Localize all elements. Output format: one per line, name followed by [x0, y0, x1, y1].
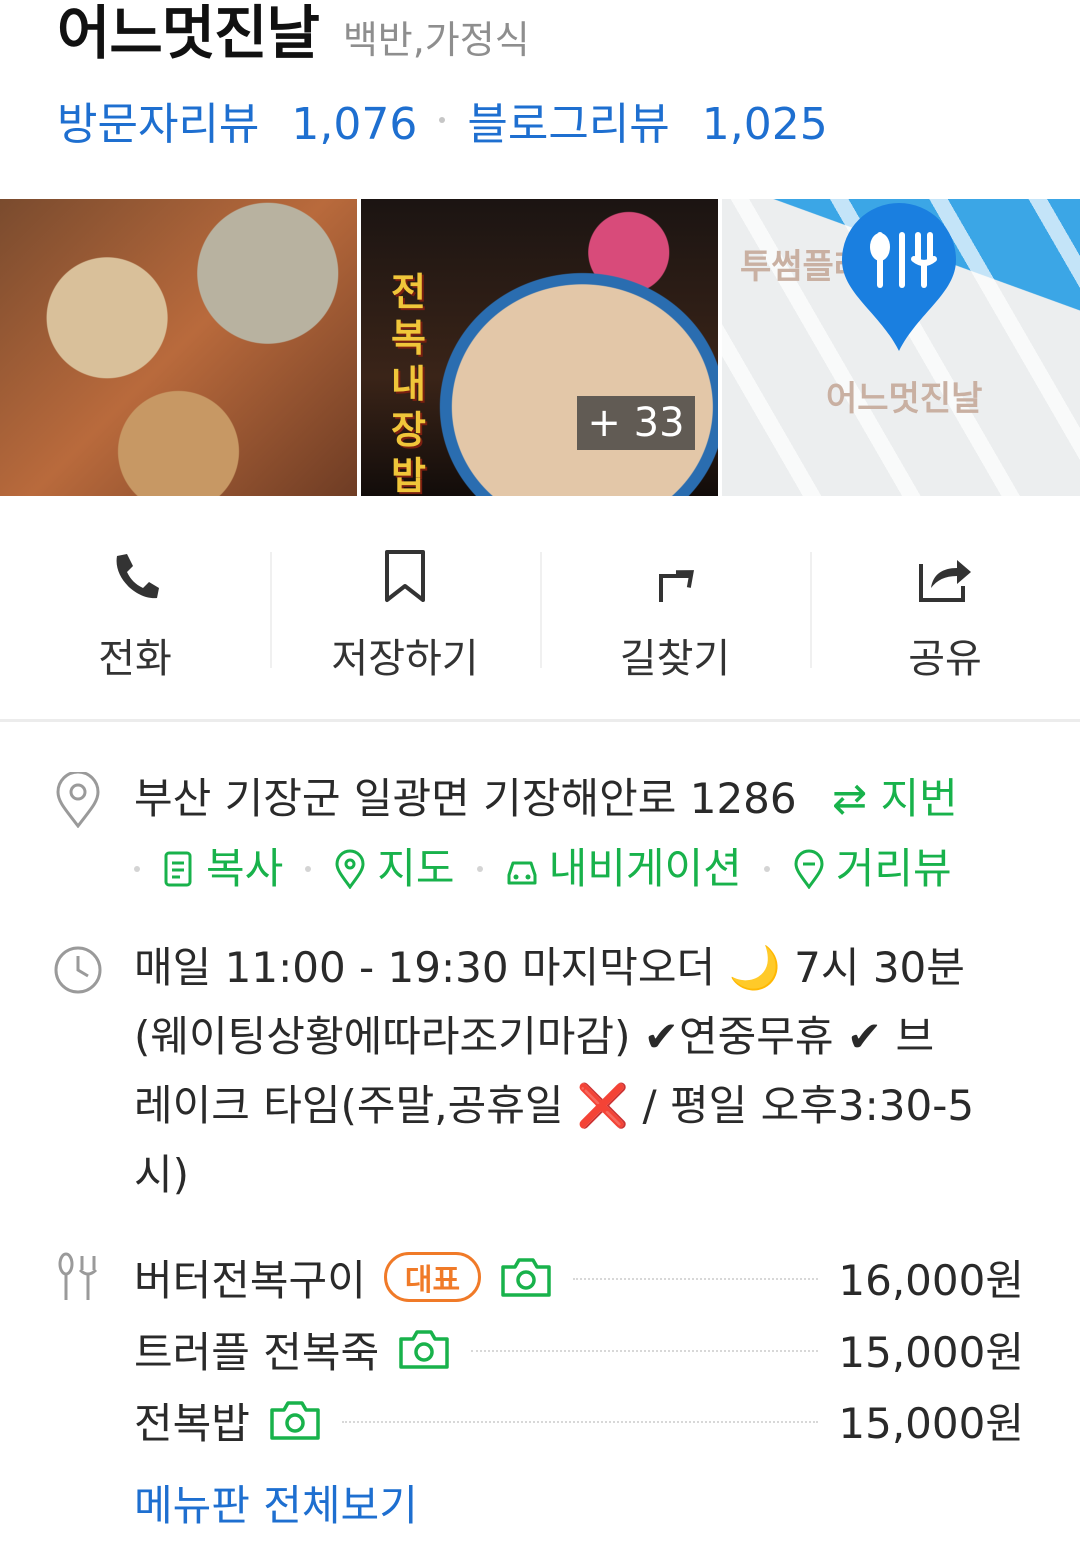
photo-thumbnail-2[interactable]: 전복내장밥 + 33 — [361, 199, 718, 496]
address-text: 부산 기장군 일광면 기장해안로 1286 — [134, 774, 797, 823]
map-place-label: 어느멋진날 — [826, 379, 983, 419]
photo-thumbnail-1[interactable] — [0, 199, 357, 496]
hours-line-1: 매일 11:00 - 19:30 마지막오더 🌙 7시 30분 — [134, 943, 965, 992]
map-pin-icon — [842, 203, 956, 351]
separator-dot — [763, 866, 770, 872]
directions-label: 길찾기 — [619, 636, 731, 682]
street-view-icon — [794, 849, 824, 889]
separator-dot — [476, 866, 483, 872]
address-actions: 복사 지도 내비게이션 거리뷰 — [134, 836, 952, 902]
map-pin-icon — [335, 849, 365, 889]
lot-address-toggle[interactable]: ⇄ 지번 — [832, 774, 958, 823]
hours-line-4: 시) — [134, 1150, 190, 1199]
place-name: 어느멋진날 — [57, 0, 320, 67]
dotted-leader — [341, 1421, 819, 1423]
blog-review-label: 블로그리뷰 — [467, 99, 670, 150]
section-divider — [0, 719, 1080, 722]
menu-item-price: 15,000원 — [838, 1327, 1024, 1377]
save-label: 저장하기 — [331, 636, 479, 682]
location-pin-icon — [56, 772, 100, 828]
dotted-leader — [471, 1350, 819, 1352]
camera-icon[interactable] — [499, 1255, 553, 1299]
share-label: 공유 — [908, 636, 982, 682]
more-photos-badge[interactable]: + 33 — [577, 396, 695, 450]
menu-item-name: 버터전복구이 — [134, 1255, 366, 1305]
directions-button[interactable]: 길찾기 — [540, 520, 810, 700]
signature-badge: 대표 — [383, 1252, 482, 1302]
car-icon — [507, 861, 537, 885]
dotted-leader — [573, 1278, 819, 1280]
separator-dot — [439, 117, 446, 123]
title-row: 어느멋진날 백반,가정식 — [57, 0, 530, 70]
visitor-review-link[interactable]: 방문자리뷰 1,076 — [57, 88, 417, 152]
photo-overlay-text: 전복내장밥 — [391, 270, 426, 496]
menu-item[interactable]: 버터전복구이 대표 16,000원 — [134, 1244, 1024, 1310]
hours-line-2: (웨이팅상황에따라조기마감) ✔연중무휴 ✔ 브 — [134, 1012, 935, 1061]
map-link[interactable]: 지도 — [377, 836, 454, 902]
phone-icon — [116, 554, 159, 599]
fork-knife-icon — [58, 1252, 98, 1300]
menu-item[interactable]: 트러플 전복죽 15,000원 — [134, 1316, 1024, 1382]
call-button[interactable]: 전화 — [0, 520, 270, 700]
copy-icon — [164, 851, 192, 887]
menu-item[interactable]: 전복밥 15,000원 — [134, 1387, 1024, 1453]
hours-line-3: 레이크 타임(주말,공휴일 ❌ / 평일 오후3:30-5 — [134, 1081, 975, 1130]
blog-review-link[interactable]: 블로그리뷰 1,025 — [467, 88, 827, 152]
visitor-review-label: 방문자리뷰 — [57, 99, 260, 150]
separator-dot — [305, 866, 312, 872]
clock-icon — [54, 946, 102, 994]
menu-item-name: 전복밥 — [134, 1398, 250, 1448]
category-label: 백반,가정식 — [342, 18, 530, 62]
copy-address-button[interactable]: 복사 — [206, 836, 283, 902]
address-line: 부산 기장군 일광면 기장해안로 1286 ⇄ 지번 — [134, 766, 958, 832]
street-view-link[interactable]: 거리뷰 — [836, 836, 952, 902]
photo-strip: 전복내장밥 + 33 투썸플레 어느멋진날 — [0, 199, 1080, 496]
menu-item-name: 트러플 전복죽 — [134, 1327, 380, 1377]
map-thumbnail[interactable]: 투썸플레 어느멋진날 — [722, 199, 1080, 496]
save-button[interactable]: 저장하기 — [270, 520, 540, 700]
view-full-menu-link[interactable]: 메뉴판 전체보기 — [134, 1472, 418, 1533]
camera-icon[interactable] — [268, 1398, 322, 1442]
share-icon — [919, 560, 971, 602]
separator-dot — [134, 866, 140, 872]
action-bar: 전화 저장하기 길찾기 공유 — [0, 520, 1080, 700]
bookmark-icon — [385, 550, 425, 602]
menu-item-price: 16,000원 — [838, 1255, 1024, 1305]
share-button[interactable]: 공유 — [810, 520, 1080, 700]
menu-item-price: 15,000원 — [838, 1398, 1024, 1448]
call-label: 전화 — [98, 636, 172, 682]
blog-review-count: 1,025 — [701, 99, 828, 150]
review-links: 방문자리뷰 1,076 블로그리뷰 1,025 — [57, 88, 828, 152]
navigation-link[interactable]: 내비게이션 — [549, 836, 742, 902]
camera-icon[interactable] — [397, 1327, 451, 1371]
visitor-review-count: 1,076 — [291, 99, 418, 150]
directions-icon — [659, 570, 694, 602]
